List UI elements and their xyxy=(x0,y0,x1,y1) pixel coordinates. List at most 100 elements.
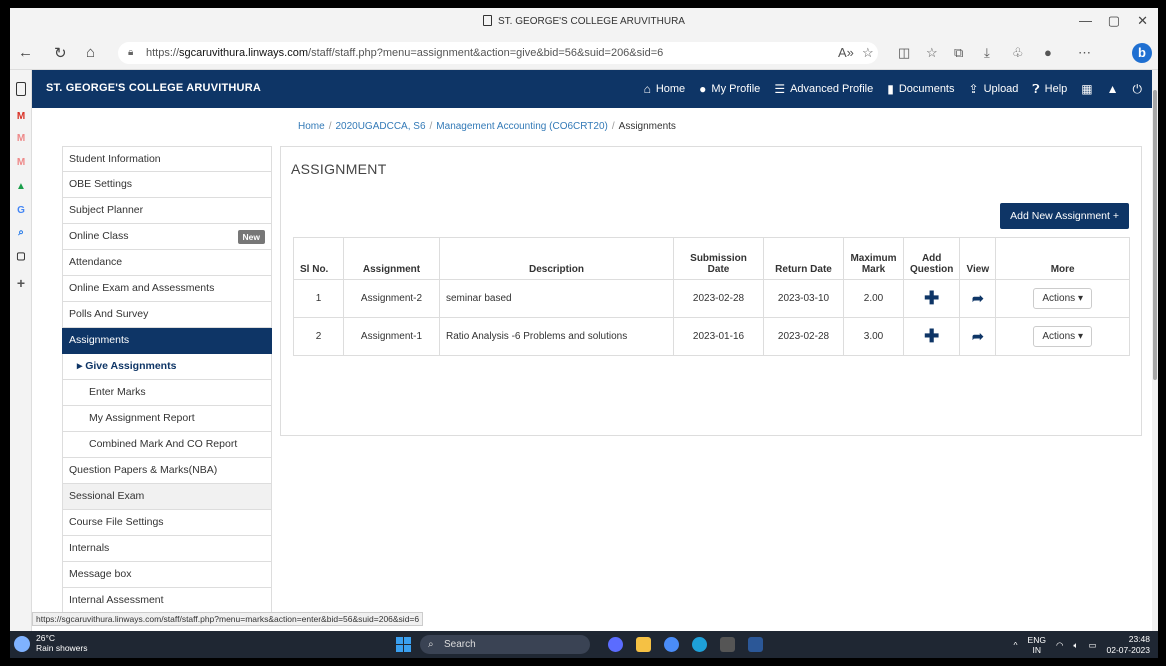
power-icon[interactable]: ⏻ xyxy=(1133,82,1143,97)
clock[interactable]: 23:48 02-07-2023 xyxy=(1107,634,1150,656)
apps-grid-icon[interactable]: ▦ xyxy=(1081,82,1092,96)
maximize-icon[interactable]: ▢ xyxy=(1108,13,1120,29)
address-bar-row: ← ↻ ⌂ 🔒︎ https://sgcaruvithura.linways.co… xyxy=(10,36,1158,70)
col-add-question: Add Question xyxy=(902,237,961,280)
gmail-icon-2[interactable]: M xyxy=(14,132,28,146)
bing-chat-icon[interactable]: b xyxy=(1132,43,1152,63)
favorite-star-icon[interactable]: ☆ xyxy=(862,45,874,61)
sidebar-item-my-assignment-report[interactable]: My Assignment Report xyxy=(62,406,272,432)
nav-advanced-profile[interactable]: ☰ Advanced Profile xyxy=(774,82,873,96)
cell-description: seminar based xyxy=(439,279,674,318)
weather-widget[interactable]: 26°C Rain showers xyxy=(14,633,88,653)
sidebar-item-assignments[interactable]: Assignments xyxy=(62,328,272,354)
sidebar-item-sessional-exam[interactable]: Sessional Exam xyxy=(62,484,272,510)
refresh-icon[interactable]: ↻ xyxy=(54,44,67,62)
downloads-icon[interactable]: ⤓ xyxy=(984,45,990,61)
back-icon[interactable]: ← xyxy=(18,44,33,61)
page-title: ASSIGNMENT xyxy=(291,161,387,177)
read-aloud-icon[interactable]: A» xyxy=(838,45,854,60)
gmail-icon[interactable]: M xyxy=(14,110,28,124)
document-icon: ▮ xyxy=(887,82,894,96)
cell-max-mark: 2.00 xyxy=(843,279,904,318)
meet-app-icon[interactable] xyxy=(608,637,623,652)
weather-temp: 26°C xyxy=(36,633,55,643)
nav-my-profile-label: My Profile xyxy=(711,83,761,95)
sidebar-item-combined-mark-report[interactable]: Combined Mark And CO Report xyxy=(62,432,272,458)
add-question-icon[interactable]: ✚ xyxy=(924,326,939,346)
close-icon[interactable]: ✕ xyxy=(1137,13,1148,29)
breadcrumb-batch[interactable]: 2020UGADCCA, S6 xyxy=(335,121,425,132)
actions-dropdown-button[interactable]: Actions ▾ xyxy=(1033,288,1092,309)
language-indicator[interactable]: ENG IN xyxy=(1028,635,1046,655)
wifi-icon[interactable]: ◠ xyxy=(1056,640,1063,651)
page-icon xyxy=(483,15,493,26)
url-domain: sgcaruvithura.linways.com xyxy=(179,47,309,59)
split-screen-icon[interactable]: ◫ xyxy=(898,45,910,61)
edge-icon[interactable] xyxy=(692,637,707,652)
nav-upload[interactable]: ⇪ Upload xyxy=(969,82,1019,96)
col-more: More xyxy=(995,237,1130,280)
weather-desc: Rain showers xyxy=(36,643,88,653)
nav-home[interactable]: ⌂ Home xyxy=(644,82,686,96)
sidebar-item-label: Online Exam and Assessments xyxy=(69,282,215,294)
sidebar-item-attendance[interactable]: Attendance xyxy=(62,250,272,276)
notifications-icon[interactable]: ▲ xyxy=(1107,82,1119,96)
sidebar-item-question-papers[interactable]: Question Papers & Marks(NBA) xyxy=(62,458,272,484)
taskbar-search[interactable]: ⌕ Search xyxy=(420,635,590,654)
file-explorer-icon[interactable] xyxy=(636,637,651,652)
sidebar-item-student-information[interactable]: Student Information xyxy=(62,146,272,172)
gmail-icon-3[interactable]: M xyxy=(14,156,28,170)
tab-actions-icon[interactable] xyxy=(16,82,26,96)
breadcrumb-home[interactable]: Home xyxy=(298,121,325,132)
battery-icon[interactable]: ▭ xyxy=(1088,640,1096,651)
actions-dropdown-button[interactable]: Actions ▾ xyxy=(1033,326,1092,347)
more-icon[interactable]: ⋯ xyxy=(1078,45,1091,61)
profile-icon[interactable]: ● xyxy=(1044,45,1052,60)
home-icon[interactable]: ⌂ xyxy=(86,44,95,61)
collections-icon[interactable]: ⧉ xyxy=(954,45,963,61)
scrollbar-thumb[interactable] xyxy=(1153,90,1157,380)
chrome-icon[interactable] xyxy=(664,637,679,652)
sidebar-item-internals[interactable]: Internals xyxy=(62,536,272,562)
sidebar-item-course-file-settings[interactable]: Course File Settings xyxy=(62,510,272,536)
sidebar-item-obe-settings[interactable]: OBE Settings xyxy=(62,172,272,198)
word-icon[interactable] xyxy=(748,637,763,652)
add-question-icon[interactable]: ✚ xyxy=(924,288,939,308)
nav-documents[interactable]: ▮ Documents xyxy=(887,82,954,96)
app-icon-y[interactable] xyxy=(720,637,735,652)
sidebar-item-online-exam[interactable]: Online Exam and Assessments xyxy=(62,276,272,302)
view-share-icon[interactable]: ➦ xyxy=(972,328,984,344)
url-bar[interactable]: 🔒︎ https://sgcaruvithura.linways.com/staf… xyxy=(118,42,878,64)
sidebar-item-message-box[interactable]: Message box xyxy=(62,562,272,588)
add-new-assignment-button[interactable]: Add New Assignment + xyxy=(1000,203,1129,229)
system-tray: ^ ENG IN ◠ 🔈︎ ▭ 23:48 02-07-2023 xyxy=(1014,634,1150,656)
sidebar-item-online-class[interactable]: Online Class New xyxy=(62,224,272,250)
sidebar-item-label: OBE Settings xyxy=(69,178,133,190)
breadcrumb-subject[interactable]: Management Accounting (CO6CRT20) xyxy=(436,121,608,132)
brand-title[interactable]: ST. GEORGE'S COLLEGE ARUVITHURA xyxy=(46,82,261,94)
sidebar-item-enter-marks[interactable]: Enter Marks xyxy=(62,380,272,406)
add-icon[interactable]: + xyxy=(14,276,28,290)
windows-start-icon[interactable] xyxy=(396,637,411,652)
chevron-up-icon[interactable]: ^ xyxy=(1014,640,1018,650)
nav-links: ⌂ Home ● My Profile ☰ Advanced Profile ▮ Doc… xyxy=(644,70,1142,108)
volume-icon[interactable]: 🔈︎ xyxy=(1073,640,1078,651)
sidebar-item-give-assignments[interactable]: ▸ Give Assignments xyxy=(62,354,272,380)
sidebar-item-internal-assessment[interactable]: Internal Assessment xyxy=(62,588,272,614)
scrollbar[interactable] xyxy=(1152,70,1158,632)
nav-my-profile[interactable]: ● My Profile xyxy=(699,82,760,96)
sidebar-item-subject-planner[interactable]: Subject Planner xyxy=(62,198,272,224)
google-icon[interactable]: G xyxy=(14,204,28,218)
drive-icon[interactable]: ▲ xyxy=(14,180,28,194)
nav-help[interactable]: ❓︎ Help xyxy=(1032,82,1067,97)
sidebar-item-label: Attendance xyxy=(69,256,123,268)
nav-advanced-profile-label: Advanced Profile xyxy=(790,83,874,95)
page-icon-2[interactable]: ▢ xyxy=(14,250,28,264)
view-share-icon[interactable]: ➦ xyxy=(972,290,984,306)
favorites-icon[interactable]: ☆ xyxy=(926,45,938,61)
minimize-icon[interactable]: — xyxy=(1079,13,1092,28)
sidebar-item-polls[interactable]: Polls And Survey xyxy=(62,302,272,328)
search-icon[interactable]: ⌕ xyxy=(14,226,28,240)
cell-return-date: 2023-03-10 xyxy=(763,279,844,318)
extensions-icon[interactable]: ♧ xyxy=(1012,45,1024,61)
